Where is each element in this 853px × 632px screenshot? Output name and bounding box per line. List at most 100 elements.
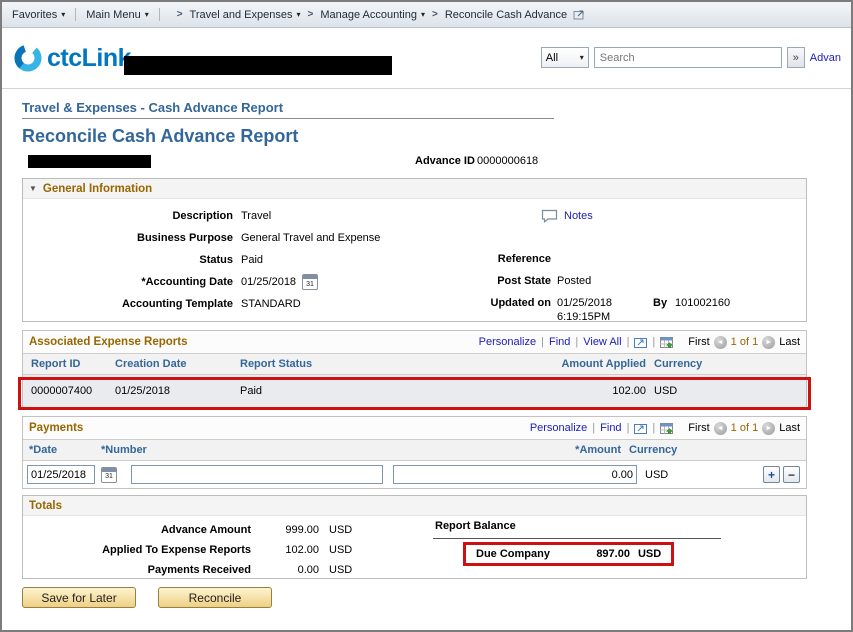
payment-row: 31 USD + −: [23, 461, 806, 488]
updated-by-value: 101002160: [675, 297, 731, 309]
breadcrumb: Favorites ▾ Main Menu ▾ > Travel and Exp…: [2, 2, 851, 28]
search-input[interactable]: [593, 47, 782, 68]
calendar-icon-day: 31: [306, 280, 314, 288]
redacted-text: [124, 56, 392, 75]
breadcrumb-item-manage-accounting[interactable]: Manage Accounting ▾: [320, 9, 425, 21]
search-go-button[interactable]: »: [786, 47, 805, 68]
add-row-button[interactable]: +: [763, 466, 780, 483]
breadcrumb-item-label: Reconcile Cash Advance: [444, 8, 568, 21]
download-to-excel-icon[interactable]: [660, 422, 674, 434]
column-header-report-id: Report ID: [31, 358, 81, 370]
accounting-template-label: Accounting Template: [121, 298, 233, 310]
pager-last-label[interactable]: Last: [779, 422, 800, 434]
payment-amount-input[interactable]: [393, 465, 637, 484]
calendar-icon[interactable]: 31: [302, 274, 319, 290]
zoom-grid-icon[interactable]: [634, 423, 648, 434]
chevron-down-icon: ▾: [144, 10, 149, 19]
reconcile-button[interactable]: Reconcile: [158, 587, 272, 608]
personalize-link[interactable]: Personalize: [479, 336, 536, 348]
business-purpose-label: Business Purpose: [137, 232, 233, 244]
pager-last-label[interactable]: Last: [779, 336, 800, 348]
pager: First ◄ 1 of 1 ► Last: [688, 421, 800, 435]
collapse-section-icon[interactable]: ▼: [29, 184, 37, 193]
payments-received-label: Payments Received: [147, 564, 251, 576]
advance-amount-label: Advance Amount: [160, 524, 251, 536]
payments-grid: *Date *Number *Amount Currency 31 USD +: [23, 439, 806, 488]
expense-reports-toolbar: Personalize | Find | View All | | First: [479, 335, 800, 349]
app-header: ctcLink All ▾ » Advan: [2, 28, 851, 89]
breadcrumb-item-reconcile-cash-advance[interactable]: Reconcile Cash Advance: [445, 9, 567, 21]
due-company-label: Due Company: [476, 548, 550, 560]
column-header-amount: *Amount: [575, 444, 621, 456]
applied-value: 102.00: [285, 544, 319, 556]
next-page-icon[interactable]: ►: [762, 335, 776, 349]
general-information-body: Description Travel Business Purpose Gene…: [23, 199, 806, 323]
due-company-value: 897.00: [596, 548, 630, 560]
new-window-icon[interactable]: [573, 9, 585, 20]
breadcrumb-favorites-label: Favorites: [12, 8, 58, 21]
notes-link[interactable]: Notes: [564, 210, 593, 222]
download-to-excel-icon[interactable]: [660, 336, 674, 348]
section-title: Associated Expense Reports: [29, 336, 188, 348]
breadcrumb-item-label: Manage Accounting: [320, 8, 417, 21]
breadcrumb-item-travel-and-expenses[interactable]: Travel and Expenses ▾: [190, 9, 301, 21]
previous-page-icon[interactable]: ◄: [713, 421, 727, 435]
report-status-cell: Paid: [240, 385, 263, 397]
breadcrumb-divider: [158, 8, 160, 21]
previous-page-icon[interactable]: ◄: [713, 335, 727, 349]
save-for-later-button[interactable]: Save for Later: [22, 587, 136, 608]
payments-section: Payments Personalize | Find | | First ◄ …: [22, 416, 807, 489]
find-link[interactable]: Find: [600, 422, 621, 434]
column-header-creation-date: Creation Date: [115, 358, 187, 370]
accounting-template-value: STANDARD: [241, 298, 301, 310]
breadcrumb-divider: [75, 8, 77, 21]
ctclink-logo-mark: [14, 44, 42, 72]
page-content: Travel & Expenses - Cash Advance Report …: [2, 89, 811, 608]
column-header-date: *Date: [29, 444, 58, 456]
advanced-search-link[interactable]: Advan: [810, 52, 841, 64]
report-id-cell: 0000007400: [31, 385, 93, 397]
search-scope-select[interactable]: All ▾: [540, 47, 589, 68]
breadcrumb-main-menu[interactable]: Main Menu ▾: [86, 9, 148, 21]
pager-first-label[interactable]: First: [688, 422, 709, 434]
general-information-header[interactable]: ▼ General Information: [23, 179, 806, 199]
updated-date: 01/25/2018: [557, 297, 613, 309]
applied-to-expense-reports-row: Applied To Expense Reports 102.00 USD: [23, 540, 806, 560]
pager-first-label[interactable]: First: [688, 336, 709, 348]
report-balance-label: Report Balance: [435, 520, 516, 532]
find-link[interactable]: Find: [549, 336, 570, 348]
description-label: Description: [172, 210, 233, 222]
next-page-icon[interactable]: ►: [762, 421, 776, 435]
expense-report-row: 0000007400 01/25/2018 Paid 102.00 USD: [23, 375, 806, 407]
zoom-grid-icon[interactable]: [634, 337, 648, 348]
payment-number-input[interactable]: [131, 465, 383, 484]
advance-amount-currency: USD: [329, 524, 353, 536]
payments-toolbar: Personalize | Find | | First ◄ 1 of 1 ► …: [530, 421, 800, 435]
associated-expense-reports-section: Associated Expense Reports Personalize |…: [18, 330, 811, 410]
view-all-link[interactable]: View All: [583, 336, 621, 348]
business-purpose-value: General Travel and Expense: [241, 232, 381, 244]
calendar-icon[interactable]: 31: [101, 466, 117, 483]
due-company-currency: USD: [637, 548, 662, 560]
reference-label: Reference: [497, 253, 551, 265]
accounting-date-label: *Accounting Date: [141, 276, 233, 288]
section-title: General Information: [42, 182, 153, 195]
payments-received-row: Payments Received 0.00 USD: [23, 560, 806, 580]
delete-row-button[interactable]: −: [783, 466, 800, 483]
column-header-report-status: Report Status: [240, 358, 313, 370]
breadcrumb-separator-icon: >: [307, 9, 314, 20]
personalize-link[interactable]: Personalize: [530, 422, 587, 434]
advance-id-row: Advance ID 0000000618: [22, 152, 807, 172]
page-indicator: 1 of 1: [730, 336, 759, 348]
accounting-date-value: 01/25/2018: [241, 276, 297, 288]
updated-by-label: By: [653, 297, 668, 309]
pipe-separator: |: [626, 336, 630, 348]
post-state-label: Post State: [497, 275, 551, 287]
payment-date-input[interactable]: [27, 465, 95, 484]
ctclink-logo[interactable]: ctcLink: [12, 42, 132, 74]
advance-amount-value: 999.00: [285, 524, 319, 536]
section-title: Payments: [29, 422, 84, 434]
totals-body: Advance Amount 999.00 USD Applied To Exp…: [23, 516, 806, 578]
breadcrumb-favorites[interactable]: Favorites ▾: [12, 9, 65, 21]
payments-received-currency: USD: [329, 564, 353, 576]
